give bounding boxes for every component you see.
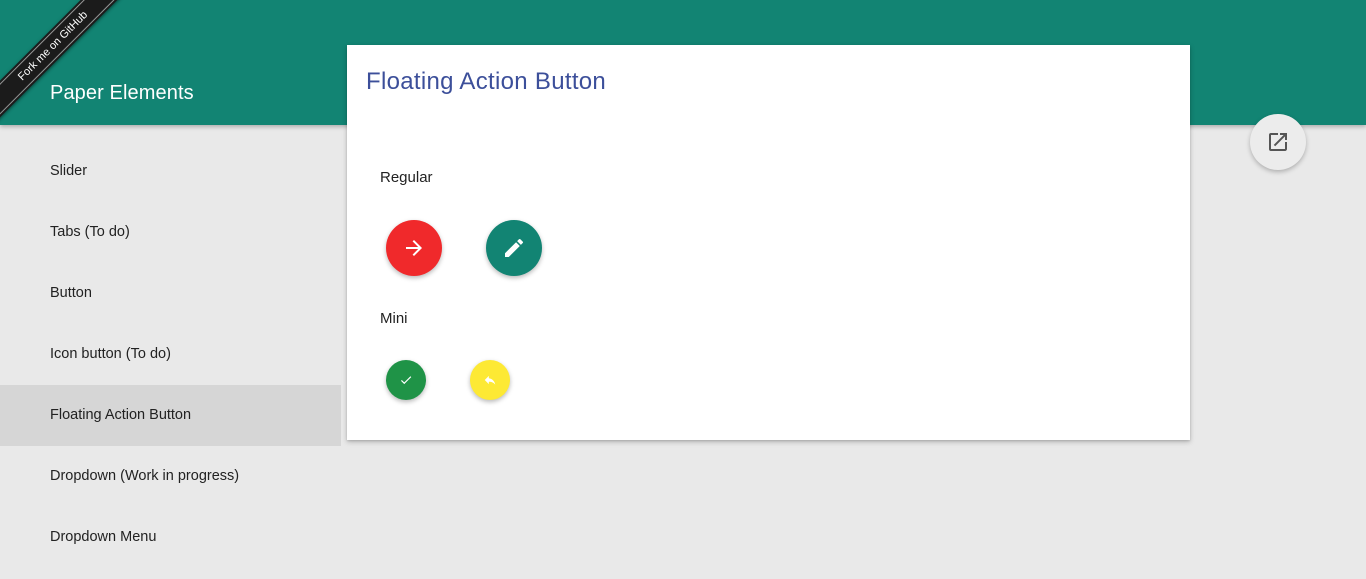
regular-fab-arrow[interactable] (386, 220, 442, 276)
open-in-new-button[interactable] (1250, 114, 1306, 170)
sidebar-item-tabs[interactable]: Tabs (To do) (0, 202, 341, 263)
sidebar-item-icon-button[interactable]: Icon button (To do) (0, 324, 341, 385)
mini-fab-reply[interactable] (470, 360, 510, 400)
check-icon (400, 376, 412, 385)
card-title: Floating Action Button (366, 68, 607, 95)
sidebar-nav: Slider Tabs (To do) Button Icon button (… (0, 141, 341, 568)
regular-fab-edit[interactable] (486, 220, 542, 276)
demo-card: Floating Action Button Regular Mini (347, 45, 1190, 440)
regular-section-label: Regular (380, 169, 433, 186)
sidebar-item-dropdown-menu[interactable]: Dropdown Menu (0, 507, 341, 568)
open-in-new-icon (1269, 133, 1287, 151)
arrow-forward-icon (406, 240, 422, 256)
github-ribbon-container: Fork me on GitHub (0, 0, 130, 130)
app-root: Paper Elements Fork me on GitHub Slider … (0, 0, 1366, 579)
sidebar-item-button[interactable]: Button (0, 263, 341, 324)
mini-section-label: Mini (380, 310, 408, 327)
reply-icon (484, 375, 496, 385)
sidebar-item-dropdown[interactable]: Dropdown (Work in progress) (0, 446, 341, 507)
mini-fab-check[interactable] (386, 360, 426, 400)
sidebar-item-slider[interactable]: Slider (0, 141, 341, 202)
fork-on-github-ribbon[interactable]: Fork me on GitHub (0, 0, 130, 123)
pencil-icon (505, 238, 524, 257)
sidebar-item-floating-action-button[interactable]: Floating Action Button (0, 385, 341, 446)
